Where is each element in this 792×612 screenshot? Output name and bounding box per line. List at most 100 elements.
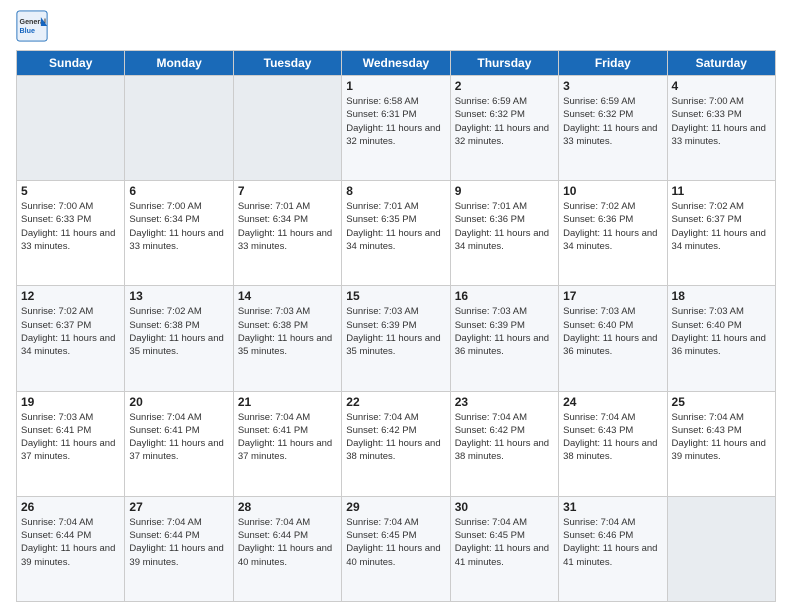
day-info: Sunrise: 7:01 AMSunset: 6:36 PMDaylight:…: [455, 200, 554, 253]
day-info: Sunrise: 7:04 AMSunset: 6:43 PMDaylight:…: [672, 411, 771, 464]
day-number: 24: [563, 395, 662, 409]
calendar-cell: 22 Sunrise: 7:04 AMSunset: 6:42 PMDayligh…: [342, 391, 450, 496]
page: General Blue SundayMondayTuesdayWednesda…: [0, 0, 792, 612]
day-info: Sunrise: 7:04 AMSunset: 6:45 PMDaylight:…: [346, 516, 445, 569]
day-info: Sunrise: 7:03 AMSunset: 6:39 PMDaylight:…: [455, 305, 554, 358]
calendar-cell: 6 Sunrise: 7:00 AMSunset: 6:34 PMDaylight…: [125, 181, 233, 286]
header-day-wednesday: Wednesday: [342, 51, 450, 76]
header-day-friday: Friday: [559, 51, 667, 76]
day-info: Sunrise: 7:04 AMSunset: 6:41 PMDaylight:…: [129, 411, 228, 464]
calendar-cell: 9 Sunrise: 7:01 AMSunset: 6:36 PMDaylight…: [450, 181, 558, 286]
day-info: Sunrise: 7:04 AMSunset: 6:45 PMDaylight:…: [455, 516, 554, 569]
calendar-week-1: 1 Sunrise: 6:58 AMSunset: 6:31 PMDaylight…: [17, 76, 776, 181]
calendar-week-5: 26Sunrise: 7:04 AMSunset: 6:44 PMDayligh…: [17, 496, 776, 601]
calendar-header: SundayMondayTuesdayWednesdayThursdayFrid…: [17, 51, 776, 76]
day-number: 14: [238, 289, 337, 303]
day-info: Sunrise: 6:59 AMSunset: 6:32 PMDaylight:…: [455, 95, 554, 148]
calendar-body: 1 Sunrise: 6:58 AMSunset: 6:31 PMDaylight…: [17, 76, 776, 602]
day-info: Sunrise: 7:03 AMSunset: 6:40 PMDaylight:…: [563, 305, 662, 358]
day-number: 10: [563, 184, 662, 198]
calendar-cell: 17 Sunrise: 7:03 AMSunset: 6:40 PMDayligh…: [559, 286, 667, 391]
header-row: SundayMondayTuesdayWednesdayThursdayFrid…: [17, 51, 776, 76]
day-number: 25: [672, 395, 771, 409]
day-number: 22: [346, 395, 445, 409]
calendar-cell: 25 Sunrise: 7:04 AMSunset: 6:43 PMDayligh…: [667, 391, 775, 496]
day-info: Sunrise: 7:03 AMSunset: 6:41 PMDaylight:…: [21, 411, 120, 464]
day-number: 15: [346, 289, 445, 303]
svg-text:Blue: Blue: [20, 27, 35, 35]
calendar-cell: 2 Sunrise: 6:59 AMSunset: 6:32 PMDaylight…: [450, 76, 558, 181]
calendar-week-2: 5Sunrise: 7:00 AMSunset: 6:33 PMDaylight…: [17, 181, 776, 286]
calendar-cell: 27 Sunrise: 7:04 AMSunset: 6:44 PMDayligh…: [125, 496, 233, 601]
day-info: Sunrise: 7:04 AMSunset: 6:44 PMDaylight:…: [238, 516, 337, 569]
header: General Blue: [16, 10, 776, 42]
calendar-cell: 14 Sunrise: 7:03 AMSunset: 6:38 PMDayligh…: [233, 286, 341, 391]
day-info: Sunrise: 7:04 AMSunset: 6:43 PMDaylight:…: [563, 411, 662, 464]
calendar-cell: 28 Sunrise: 7:04 AMSunset: 6:44 PMDayligh…: [233, 496, 341, 601]
day-info: Sunrise: 7:00 AMSunset: 6:34 PMDaylight:…: [129, 200, 228, 253]
calendar-cell: 8 Sunrise: 7:01 AMSunset: 6:35 PMDaylight…: [342, 181, 450, 286]
day-info: Sunrise: 7:03 AMSunset: 6:38 PMDaylight:…: [238, 305, 337, 358]
calendar-cell: 12Sunrise: 7:02 AMSunset: 6:37 PMDayligh…: [17, 286, 125, 391]
calendar-cell: 18 Sunrise: 7:03 AMSunset: 6:40 PMDayligh…: [667, 286, 775, 391]
day-info: Sunrise: 7:02 AMSunset: 6:37 PMDaylight:…: [672, 200, 771, 253]
day-info: Sunrise: 7:02 AMSunset: 6:38 PMDaylight:…: [129, 305, 228, 358]
calendar-cell: 3Sunrise: 6:59 AMSunset: 6:32 PMDaylight…: [559, 76, 667, 181]
calendar-cell: 7 Sunrise: 7:01 AMSunset: 6:34 PMDaylight…: [233, 181, 341, 286]
calendar-cell: 10 Sunrise: 7:02 AMSunset: 6:36 PMDayligh…: [559, 181, 667, 286]
calendar-cell: 26Sunrise: 7:04 AMSunset: 6:44 PMDayligh…: [17, 496, 125, 601]
day-number: 17: [563, 289, 662, 303]
day-info: Sunrise: 7:04 AMSunset: 6:44 PMDaylight:…: [129, 516, 228, 569]
logo: General Blue: [16, 10, 52, 42]
day-number: 16: [455, 289, 554, 303]
day-info: Sunrise: 6:58 AMSunset: 6:31 PMDaylight:…: [346, 95, 445, 148]
day-number: 8: [346, 184, 445, 198]
day-info: Sunrise: 7:03 AMSunset: 6:40 PMDaylight:…: [672, 305, 771, 358]
day-info: Sunrise: 7:04 AMSunset: 6:44 PMDaylight:…: [21, 516, 120, 569]
day-number: 19: [21, 395, 120, 409]
day-info: Sunrise: 7:02 AMSunset: 6:37 PMDaylight:…: [21, 305, 120, 358]
day-number: 7: [238, 184, 337, 198]
day-number: 29: [346, 500, 445, 514]
calendar-cell: [125, 76, 233, 181]
day-info: Sunrise: 7:04 AMSunset: 6:46 PMDaylight:…: [563, 516, 662, 569]
day-info: Sunrise: 7:01 AMSunset: 6:34 PMDaylight:…: [238, 200, 337, 253]
day-info: Sunrise: 7:00 AMSunset: 6:33 PMDaylight:…: [672, 95, 771, 148]
header-day-thursday: Thursday: [450, 51, 558, 76]
header-day-saturday: Saturday: [667, 51, 775, 76]
header-day-sunday: Sunday: [17, 51, 125, 76]
calendar-cell: 11Sunrise: 7:02 AMSunset: 6:37 PMDayligh…: [667, 181, 775, 286]
day-number: 30: [455, 500, 554, 514]
calendar-cell: 20 Sunrise: 7:04 AMSunset: 6:41 PMDayligh…: [125, 391, 233, 496]
day-number: 21: [238, 395, 337, 409]
calendar-table: SundayMondayTuesdayWednesdayThursdayFrid…: [16, 50, 776, 602]
calendar-week-4: 19 Sunrise: 7:03 AMSunset: 6:41 PMDayligh…: [17, 391, 776, 496]
calendar-cell: [667, 496, 775, 601]
calendar-cell: 16 Sunrise: 7:03 AMSunset: 6:39 PMDayligh…: [450, 286, 558, 391]
day-number: 9: [455, 184, 554, 198]
logo-icon: General Blue: [16, 10, 48, 42]
day-info: Sunrise: 7:04 AMSunset: 6:42 PMDaylight:…: [346, 411, 445, 464]
calendar-cell: 24 Sunrise: 7:04 AMSunset: 6:43 PMDayligh…: [559, 391, 667, 496]
calendar-cell: 23Sunrise: 7:04 AMSunset: 6:42 PMDayligh…: [450, 391, 558, 496]
day-number: 13: [129, 289, 228, 303]
day-number: 31: [563, 500, 662, 514]
calendar-cell: 21Sunrise: 7:04 AMSunset: 6:41 PMDayligh…: [233, 391, 341, 496]
calendar-cell: 19 Sunrise: 7:03 AMSunset: 6:41 PMDayligh…: [17, 391, 125, 496]
calendar-cell: 13 Sunrise: 7:02 AMSunset: 6:38 PMDayligh…: [125, 286, 233, 391]
day-number: 1: [346, 79, 445, 93]
day-number: 28: [238, 500, 337, 514]
header-day-tuesday: Tuesday: [233, 51, 341, 76]
day-number: 2: [455, 79, 554, 93]
day-number: 27: [129, 500, 228, 514]
day-info: Sunrise: 7:01 AMSunset: 6:35 PMDaylight:…: [346, 200, 445, 253]
day-number: 18: [672, 289, 771, 303]
day-number: 20: [129, 395, 228, 409]
calendar-cell: 31 Sunrise: 7:04 AMSunset: 6:46 PMDayligh…: [559, 496, 667, 601]
header-day-monday: Monday: [125, 51, 233, 76]
day-info: Sunrise: 6:59 AMSunset: 6:32 PMDaylight:…: [563, 95, 662, 148]
day-number: 4: [672, 79, 771, 93]
calendar-cell: 30 Sunrise: 7:04 AMSunset: 6:45 PMDayligh…: [450, 496, 558, 601]
day-info: Sunrise: 7:02 AMSunset: 6:36 PMDaylight:…: [563, 200, 662, 253]
day-number: 6: [129, 184, 228, 198]
